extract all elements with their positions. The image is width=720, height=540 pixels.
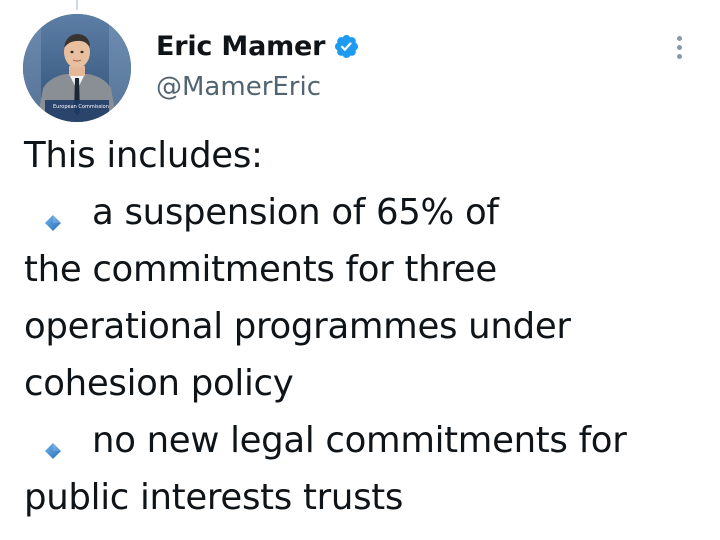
bullet-1-text: a suspension of 65% of	[92, 192, 499, 233]
bullet-2-continuation: public interests trusts	[24, 477, 404, 518]
bullet-item-1: a suspension of 65% of	[24, 184, 704, 241]
verified-badge-icon	[333, 33, 360, 60]
thread-connector-line	[76, 0, 78, 10]
bullet-1-continuation: the commitments for three	[24, 249, 497, 290]
small-blue-diamond-icon	[40, 196, 66, 231]
small-blue-diamond-icon	[40, 424, 66, 459]
more-options-button[interactable]	[662, 30, 696, 64]
tweet-intro-line: This includes:	[24, 135, 263, 176]
bullet-1-continuation: operational programmes under	[24, 306, 571, 347]
more-options-icon	[676, 35, 682, 41]
bullet-item-2: no new legal commitments for	[24, 412, 704, 469]
tweet[interactable]: European Commission Eric Mamer @MamerEri…	[0, 0, 720, 540]
more-options-icon-dot	[676, 44, 682, 50]
name-row: Eric Mamer	[156, 28, 360, 64]
user-handle[interactable]: @MamerEric	[156, 72, 360, 102]
author-info: Eric Mamer @MamerEric	[156, 28, 360, 102]
bullet-1-continuation: cohesion policy	[24, 363, 294, 404]
bullet-2-text: no new legal commitments for	[92, 420, 627, 461]
avatar-photo: European Commission	[23, 14, 131, 122]
avatar-podium-text: European Commission	[53, 104, 109, 110]
more-options-icon-dot	[676, 53, 682, 59]
avatar[interactable]: European Commission	[23, 14, 131, 122]
display-name[interactable]: Eric Mamer	[156, 31, 325, 62]
tweet-text: This includes: a suspension of 65% of th…	[24, 127, 704, 526]
